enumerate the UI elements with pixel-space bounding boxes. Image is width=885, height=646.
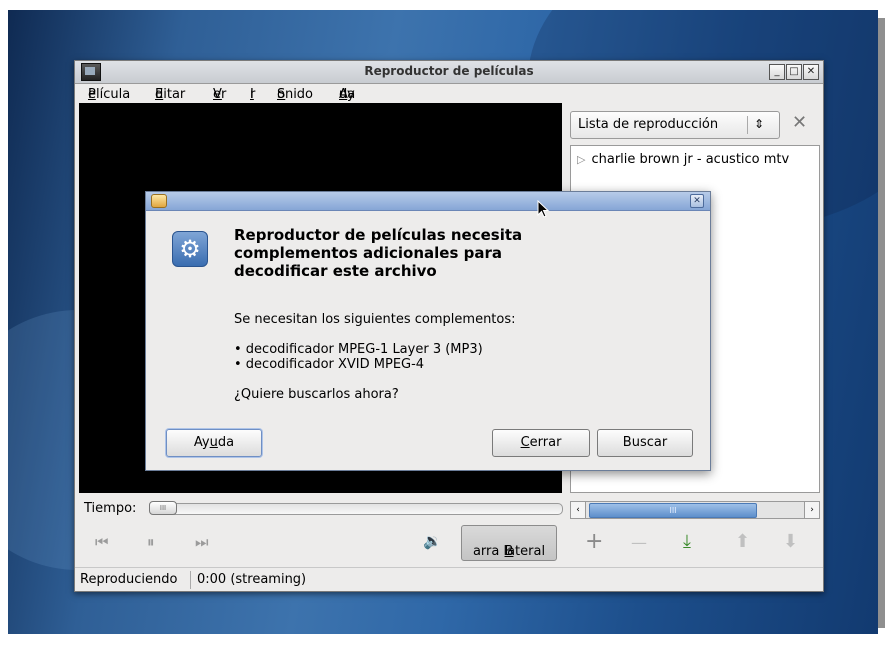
sidebar-view-label: Lista de reproducción <box>578 117 719 132</box>
playlist-hscrollbar[interactable]: ‹ III › <box>570 501 820 519</box>
remove-icon[interactable]: — <box>631 533 647 552</box>
previous-icon[interactable]: ⏮ <box>95 533 109 551</box>
combo-separator <box>747 116 748 134</box>
status-bar: Reproduciendo 0:00 (streaming) <box>75 567 823 592</box>
playback-status: Reproduciendo <box>80 572 178 587</box>
playlist-item[interactable]: ▷ charlie brown jr - acustico mtv <box>577 152 789 167</box>
move-up-icon[interactable]: ⬆ <box>735 531 750 552</box>
missing-plugins-dialog: ✕ ⚙ Reproductor de películas necesita co… <box>145 191 711 471</box>
search-button[interactable]: Buscar <box>597 429 693 457</box>
scroll-thumb[interactable]: III <box>589 503 757 518</box>
save-playlist-icon[interactable]: ⤓ <box>683 531 691 552</box>
dialog-headline: Reproductor de películas necesita comple… <box>234 226 523 280</box>
next-icon[interactable]: ⏭ <box>195 533 209 551</box>
scroll-left-icon[interactable]: ‹ <box>571 502 586 518</box>
sidebar-view-combo[interactable]: Lista de reproducción ⇕ <box>570 111 780 139</box>
seek-bar[interactable] <box>151 503 563 515</box>
playback-time: 0:00 (streaming) <box>197 572 307 587</box>
updown-arrow-icon: ⇕ <box>754 117 765 131</box>
window-title: Reproductor de películas <box>364 64 534 78</box>
volume-icon[interactable]: 🔉 <box>423 532 442 550</box>
seek-thumb[interactable]: III <box>149 501 177 515</box>
move-down-icon[interactable]: ⬇ <box>783 531 798 552</box>
pause-icon[interactable]: ⏸ <box>147 533 155 551</box>
maximize-button[interactable]: □ <box>786 64 802 80</box>
window-titlebar[interactable]: Reproductor de películas _ □ ✕ <box>75 61 823 84</box>
plugin-item: • decodificador MPEG-1 Layer 3 (MP3) <box>234 342 483 357</box>
time-label: Tiempo: <box>84 501 137 516</box>
dialog-question: ¿Quiere buscarlos ahora? <box>234 387 399 402</box>
help-button[interactable]: Ayuda <box>166 429 262 457</box>
scroll-right-icon[interactable]: › <box>804 502 819 518</box>
dialog-titlebar[interactable]: ✕ <box>146 192 710 211</box>
minimize-button[interactable]: _ <box>769 64 785 80</box>
close-sidebar-icon[interactable]: ✕ <box>792 112 807 133</box>
add-icon[interactable]: + <box>585 529 603 554</box>
play-triangle-icon: ▷ <box>577 153 586 166</box>
dialog-window-icon <box>151 194 167 208</box>
status-separator <box>190 571 191 589</box>
plugin-item: • decodificador XVID MPEG-4 <box>234 357 425 372</box>
dialog-close-icon[interactable]: ✕ <box>690 194 704 208</box>
dialog-message: Se necesitan los siguientes complementos… <box>234 312 516 327</box>
close-dialog-button[interactable]: Cerrar <box>492 429 590 457</box>
menubar: Película Editar Ver Ir Sonido Ay u da <box>88 87 356 102</box>
sidebar-toggle-button[interactable]: Barra lateral <box>461 525 557 561</box>
gear-icon: ⚙ <box>172 231 208 267</box>
close-button[interactable]: ✕ <box>803 64 819 80</box>
